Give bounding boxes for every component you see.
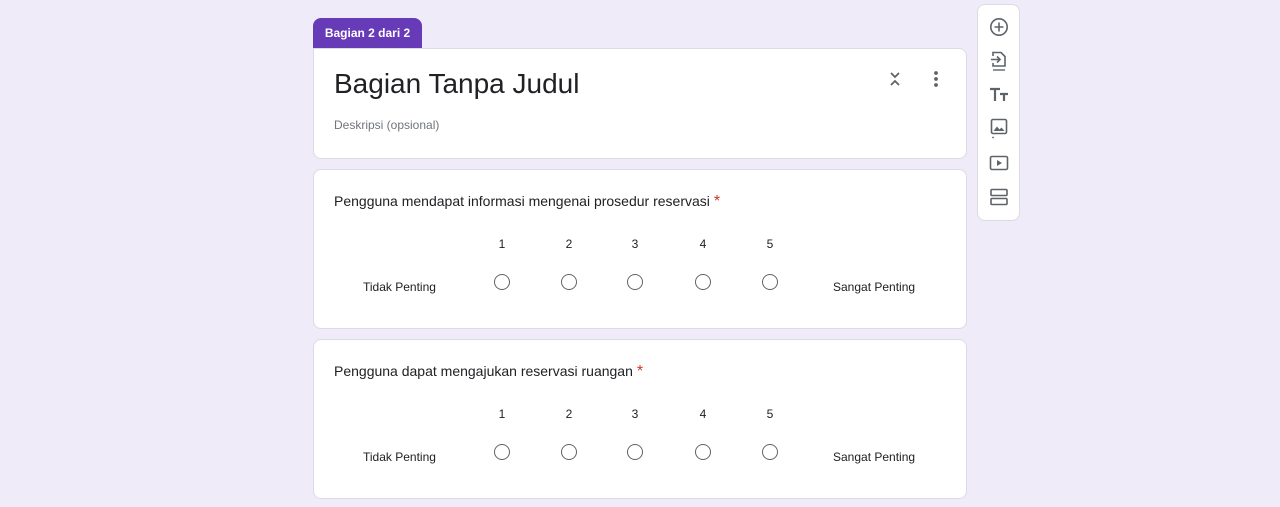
scale-radio-1[interactable] <box>494 274 510 290</box>
scale-radio-3[interactable] <box>627 274 643 290</box>
scale-number: 4 <box>699 237 707 251</box>
scale-number: 5 <box>766 407 774 421</box>
section-tab: Bagian 2 dari 2 <box>313 18 422 48</box>
more-vert-icon <box>934 71 938 87</box>
section-header-card[interactable]: Bagian Tanpa Judul Deskripsi (opsional) <box>313 48 967 159</box>
section-title[interactable]: Bagian Tanpa Judul <box>334 68 579 100</box>
question-card[interactable]: Pengguna dapat mengajukan reservasi ruan… <box>313 339 967 499</box>
floating-toolbar <box>977 4 1020 221</box>
scale-radio-5[interactable] <box>762 274 778 290</box>
scale-number: 1 <box>498 237 506 251</box>
add-question-icon <box>990 18 1008 36</box>
scale-high-label: Sangat Penting <box>833 280 916 294</box>
add-title-button[interactable] <box>987 83 1011 107</box>
scale-number: 2 <box>565 407 573 421</box>
scale-radio-4[interactable] <box>695 444 711 460</box>
scale-number: 4 <box>699 407 707 421</box>
scale-number: 3 <box>631 407 639 421</box>
required-asterisk: * <box>713 193 721 210</box>
scale-radio-2[interactable] <box>561 274 577 290</box>
scale-number: 3 <box>631 237 639 251</box>
scale-number: 5 <box>766 237 774 251</box>
add-section-icon <box>990 188 1008 206</box>
scale-high-label: Sangat Penting <box>833 450 916 464</box>
scale-radio-2[interactable] <box>561 444 577 460</box>
question-title: Pengguna mendapat informasi mengenai pro… <box>334 193 720 211</box>
collapse-section-button[interactable] <box>883 67 907 91</box>
question-title-text: Pengguna mendapat informasi mengenai pro… <box>334 193 710 209</box>
scale-number: 1 <box>498 407 506 421</box>
section-description[interactable]: Deskripsi (opsional) <box>334 118 439 132</box>
scale-radio-5[interactable] <box>762 444 778 460</box>
collapse-icon <box>890 72 900 86</box>
required-asterisk: * <box>636 363 644 380</box>
add-image-icon <box>990 118 1008 139</box>
scale-radio-3[interactable] <box>627 444 643 460</box>
scale-low-label: Tidak Penting <box>363 280 436 294</box>
import-questions-icon <box>991 51 1006 71</box>
add-title-icon <box>990 87 1008 101</box>
more-options-button[interactable] <box>924 67 948 91</box>
scale-low-label: Tidak Penting <box>363 450 436 464</box>
question-card[interactable]: Pengguna mendapat informasi mengenai pro… <box>313 169 967 329</box>
add-video-button[interactable] <box>987 151 1011 175</box>
question-title: Pengguna dapat mengajukan reservasi ruan… <box>334 363 643 381</box>
add-video-icon <box>989 155 1009 171</box>
scale-number: 2 <box>565 237 573 251</box>
scale-radio-1[interactable] <box>494 444 510 460</box>
add-image-button[interactable] <box>987 116 1011 140</box>
import-questions-button[interactable] <box>987 49 1011 73</box>
question-title-text: Pengguna dapat mengajukan reservasi ruan… <box>334 363 633 379</box>
scale-radio-4[interactable] <box>695 274 711 290</box>
add-section-button[interactable] <box>987 185 1011 209</box>
add-question-button[interactable] <box>987 15 1011 39</box>
